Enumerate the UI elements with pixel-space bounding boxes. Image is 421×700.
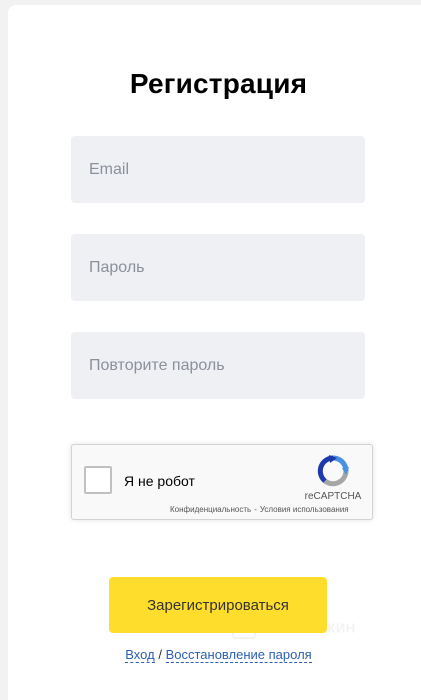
auth-links: Вход / Восстановление пароля	[0, 647, 421, 663]
recaptcha-label: Я не робот	[124, 473, 195, 489]
links-separator: /	[158, 647, 162, 662]
page-title: Регистрация	[129, 68, 308, 99]
password-repeat-field[interactable]	[71, 332, 365, 399]
restore-password-link[interactable]: Восстановление пароля	[165, 647, 312, 663]
recaptcha-widget: Я не робот reCAPTCHA Конфиденциальность -…	[71, 444, 373, 520]
recaptcha-terms-link[interactable]: Условия использования	[260, 505, 349, 514]
recaptcha-logo-icon	[317, 455, 349, 487]
recaptcha-brand: reCAPTCHA	[304, 491, 362, 502]
email-field[interactable]	[71, 136, 365, 203]
recaptcha-links-separator: -	[254, 505, 257, 514]
register-button[interactable]: Зарегистрироваться	[109, 577, 327, 633]
login-link[interactable]: Вход	[125, 647, 155, 663]
recaptcha-checkbox[interactable]	[84, 466, 112, 494]
password-field[interactable]	[71, 234, 365, 301]
recaptcha-privacy-link[interactable]: Конфиденциальность	[170, 505, 251, 514]
recaptcha-links: Конфиденциальность - Условия использования	[170, 505, 349, 514]
